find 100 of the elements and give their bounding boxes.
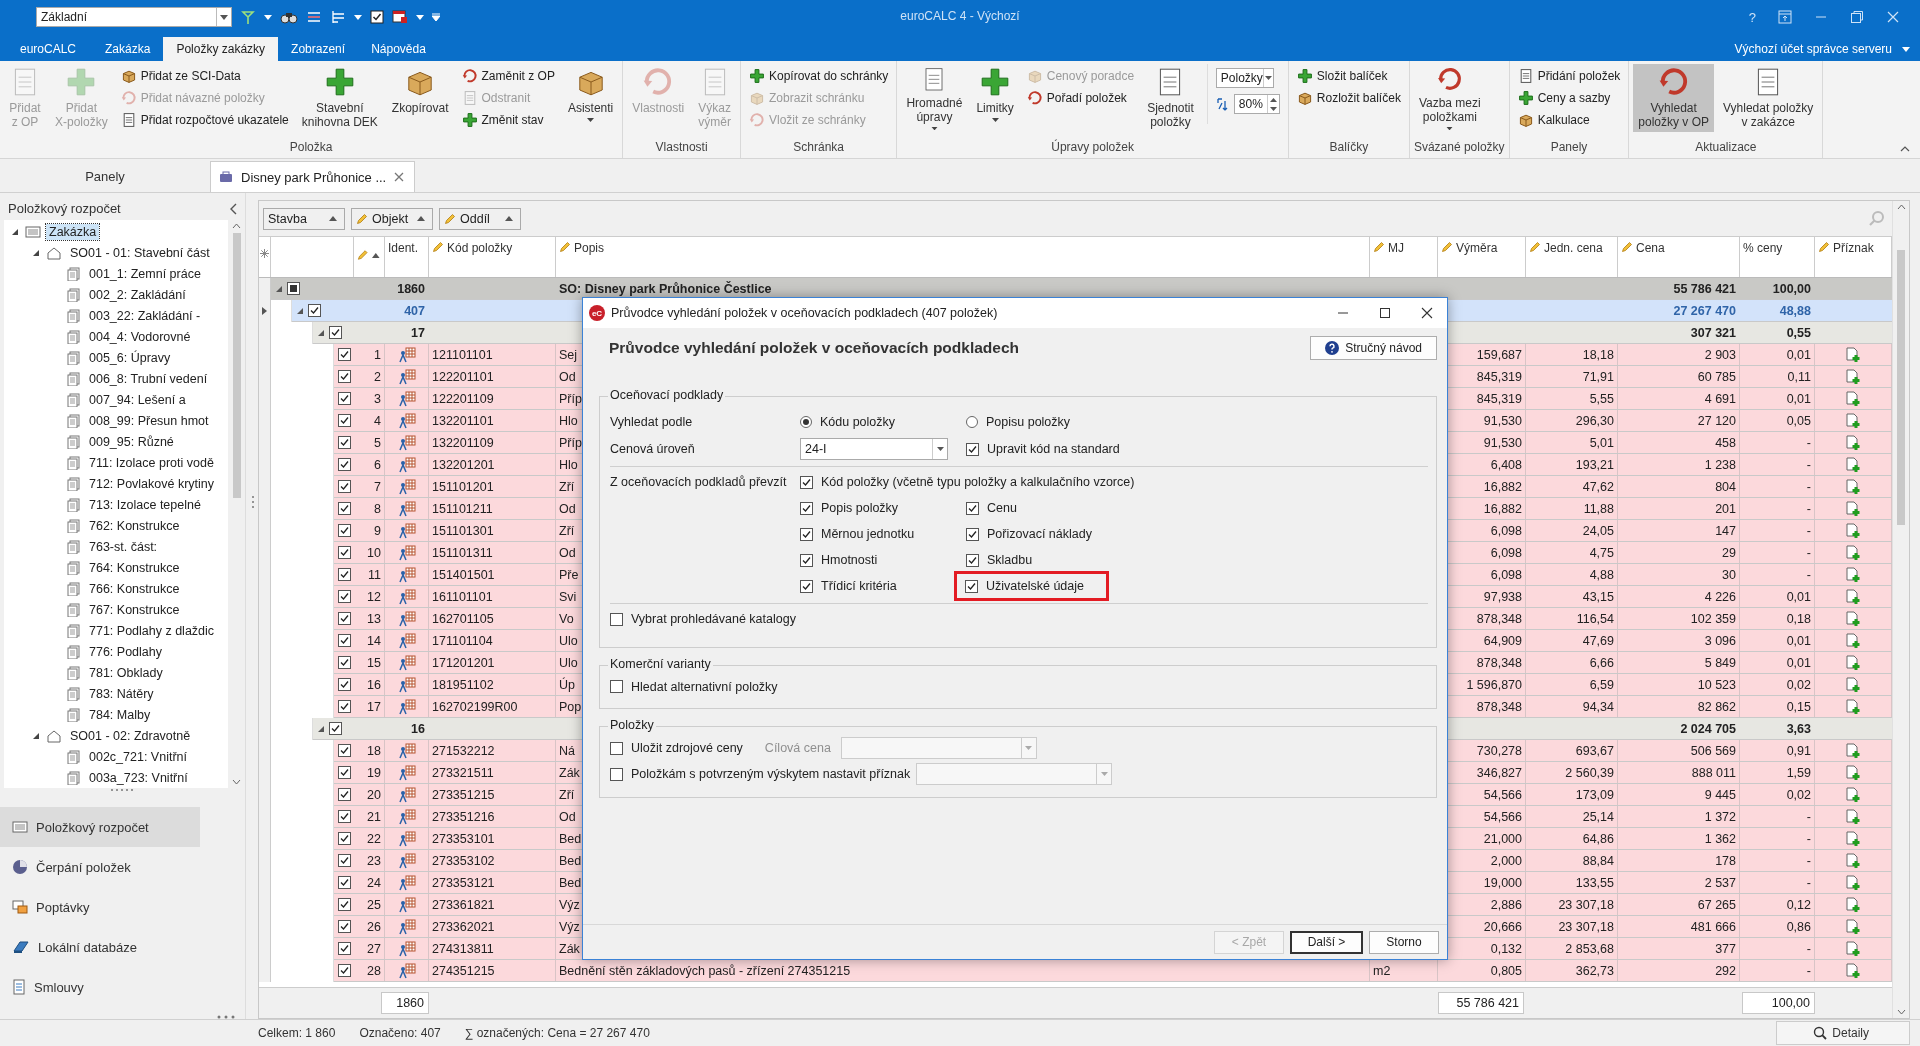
tree-item[interactable]: 002_2: Zakládání [86, 286, 189, 303]
checkbox[interactable] [338, 634, 351, 647]
tree-item[interactable]: 006_8: Trubní vedení [86, 370, 211, 387]
radio-button[interactable] [966, 416, 978, 428]
caret-icon[interactable] [416, 14, 424, 20]
collapse-panel-icon[interactable] [229, 202, 237, 215]
checkbox[interactable] [965, 579, 978, 593]
checkbox[interactable] [338, 568, 351, 581]
checkbox[interactable] [338, 744, 351, 757]
checkbox[interactable] [338, 612, 351, 625]
dialog-button[interactable]: Storno [1369, 930, 1439, 954]
ribbon-button[interactable]: Vazba mezi položkami [1413, 64, 1486, 132]
checkbox[interactable] [800, 553, 813, 567]
window-icon[interactable] [392, 10, 408, 24]
nav-item[interactable]: Lokální databáze [0, 927, 200, 967]
scrollbar-thumb[interactable] [232, 233, 241, 499]
tree-item[interactable]: 005_6: Úpravy [86, 349, 174, 366]
checkbox[interactable] [338, 414, 351, 427]
tree-item[interactable]: 009_95: Různé [86, 433, 177, 450]
expand-toggle[interactable] [11, 227, 19, 236]
tree-item[interactable]: 004_4: Vodorovné [86, 328, 194, 345]
details-button[interactable]: Detaily [1776, 1021, 1910, 1045]
group-by-chip[interactable]: Objekt [351, 207, 433, 230]
checkbox[interactable] [800, 579, 813, 593]
ribbon-button[interactable]: Kopírovat do schránky [744, 66, 893, 86]
nav-item[interactable]: Smlouvy [0, 967, 200, 1007]
tree-item[interactable]: SO01 - 01: Stavební část [67, 244, 213, 261]
checkbox[interactable] [800, 527, 813, 541]
tree-icon[interactable] [330, 9, 346, 25]
tree-item[interactable]: 781: Obklady [86, 664, 166, 681]
checkbox[interactable] [338, 480, 351, 493]
checkbox[interactable] [338, 766, 351, 779]
checkbox[interactable] [338, 392, 351, 405]
app-menu-tab[interactable]: euroCALC [6, 37, 93, 61]
tree-item[interactable]: 766: Konstrukce [86, 580, 183, 597]
filter-icon[interactable] [240, 9, 256, 25]
binoculars-icon[interactable] [280, 10, 298, 24]
checkbox[interactable] [338, 854, 351, 867]
group-by-chip[interactable]: Stavba [263, 207, 345, 230]
document-tab[interactable]: Disney park Průhonice ... [210, 161, 416, 192]
ribbon-tab[interactable]: Položky zakázky [163, 37, 279, 61]
ribbon-button[interactable]: Zkopírovat [386, 64, 454, 132]
tree-item[interactable]: 008_99: Přesun hmot [86, 412, 212, 429]
tree-item[interactable]: 771: Podlahy z dlaždic [86, 622, 218, 639]
ribbon-button[interactable]: Stavební knihovna DEK [296, 64, 383, 132]
checkbox[interactable] [338, 788, 351, 801]
zoom-spinner[interactable]: 80% [1233, 94, 1280, 114]
checkbox[interactable] [338, 832, 351, 845]
radio-button[interactable] [800, 416, 812, 428]
checkbox[interactable] [338, 370, 351, 383]
ribbon-button[interactable]: Přidat ze SCI-Data [116, 66, 293, 86]
dropdown-field[interactable] [916, 763, 1113, 785]
checkbox[interactable] [800, 475, 813, 489]
price-level-combo[interactable]: 24-I [800, 438, 948, 460]
tree-item[interactable]: SO01 - 02: Zdravotně [67, 727, 194, 744]
ribbon-tab[interactable]: Zakázka [92, 37, 164, 61]
expand-toggle[interactable] [275, 284, 283, 293]
tree-item[interactable]: 003a_723: Vnitřní [86, 769, 191, 786]
checkbox[interactable] [329, 722, 342, 735]
ribbon-button[interactable]: Vyhledat položky v OP [1633, 64, 1715, 132]
dropdown-field[interactable] [840, 737, 1037, 759]
tree-item[interactable]: 762: Konstrukce [86, 517, 183, 534]
ribbon-button[interactable]: Asistenti [562, 64, 619, 132]
split-icon[interactable] [306, 9, 322, 25]
checkbox[interactable] [287, 282, 300, 295]
account-menu[interactable]: Výchozí účet správce serveru [1734, 37, 1920, 61]
checkbox[interactable] [800, 501, 813, 515]
ribbon-display-icon[interactable] [1778, 10, 1792, 24]
checkbox[interactable] [338, 524, 351, 537]
checkbox[interactable] [610, 767, 623, 781]
tree-item[interactable]: 764: Konstrukce [86, 559, 183, 576]
restore-icon[interactable] [1850, 10, 1864, 24]
ribbon-button[interactable]: Vyhledat položky v zakázce [1718, 64, 1819, 132]
ribbon-tab[interactable]: Zobrazení [278, 37, 359, 61]
tree-item[interactable]: 767: Konstrukce [86, 601, 183, 618]
ribbon-button[interactable]: Přidat rozpočtové ukazatele [116, 110, 293, 130]
expand-toggle[interactable] [32, 731, 40, 740]
layout-combo[interactable]: Základní [36, 7, 232, 27]
caret-icon[interactable] [354, 14, 362, 20]
more-icon[interactable] [217, 1015, 235, 1019]
checkbox[interactable] [308, 304, 321, 317]
customize-icon[interactable] [432, 13, 440, 21]
expand-toggle[interactable] [317, 724, 325, 733]
ribbon-button[interactable]: Pořadí položek [1022, 88, 1139, 108]
checkbox[interactable] [338, 590, 351, 603]
expand-toggle[interactable] [32, 248, 40, 257]
tree-item[interactable]: 763-st. část: [86, 538, 161, 555]
ribbon-button[interactable]: Kalkulace [1513, 110, 1625, 130]
checkbox[interactable] [329, 326, 342, 339]
ribbon-button[interactable]: Rozložit balíček [1292, 88, 1405, 108]
tree-item[interactable]: 007_94: Lešení a [86, 391, 189, 408]
checkbox[interactable] [338, 942, 351, 955]
splitter-grip-icon[interactable] [251, 495, 255, 509]
help-button[interactable]: ? [1748, 9, 1756, 25]
nav-item[interactable]: Položkový rozpočet [0, 807, 200, 847]
checkbox[interactable] [338, 920, 351, 933]
tree-item[interactable]: 711: Izolace proti vodě [86, 454, 217, 471]
checkbox[interactable] [610, 741, 623, 755]
tree-item[interactable]: 776: Podlahy [86, 643, 165, 660]
tree-item[interactable]: Zakázka [46, 223, 100, 240]
